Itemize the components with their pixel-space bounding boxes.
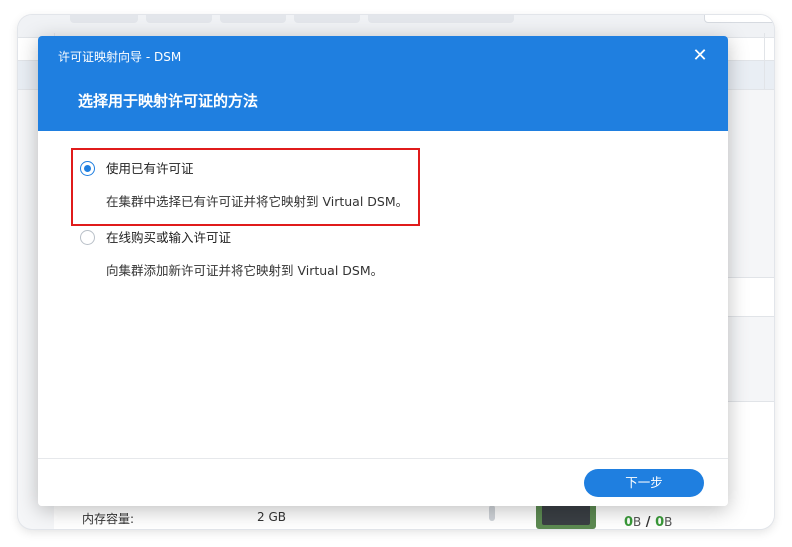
- usage-separator: /: [641, 515, 656, 529]
- background-search-input: [704, 15, 774, 23]
- usage-readout: 0B / 0B: [624, 515, 672, 529]
- usage-used: 0: [624, 515, 634, 529]
- option-description: 向集群添加新许可证并将它映射到 Virtual DSM。: [106, 263, 384, 278]
- close-icon[interactable]: ✕: [690, 44, 710, 68]
- dialog-header: 许可证映射向导 - DSM ✕ 选择用于映射许可证的方法: [38, 36, 728, 131]
- usage-total-unit: B: [664, 515, 673, 529]
- dialog-heading: 选择用于映射许可证的方法: [78, 92, 259, 110]
- radio-buy-or-enter-license[interactable]: [80, 230, 95, 245]
- background-panel: [726, 277, 774, 317]
- background-tab: [368, 15, 514, 23]
- usage-total: 0: [655, 515, 665, 529]
- memory-value: 2 GB: [257, 510, 286, 524]
- background-tab: [220, 15, 286, 23]
- dialog-title: 许可证映射向导 - DSM: [58, 50, 182, 64]
- next-button[interactable]: 下一步: [584, 469, 704, 497]
- memory-label: 内存容量:: [82, 512, 135, 526]
- background-tab: [146, 15, 212, 23]
- background-toolbar: [18, 15, 774, 37]
- dialog-footer: 下一步: [38, 458, 728, 506]
- license-mapping-dialog: 许可证映射向导 - DSM ✕ 选择用于映射许可证的方法 使用已有许可证 在集群…: [38, 36, 728, 506]
- background-tab: [294, 15, 360, 23]
- background-scrollbar: [489, 505, 495, 521]
- background-tab: [70, 15, 138, 23]
- option-label: 在线购买或输入许可证: [106, 230, 232, 245]
- highlight-annotation-box: [71, 148, 420, 226]
- background-panel: [726, 401, 774, 529]
- background-column-divider: [764, 33, 765, 89]
